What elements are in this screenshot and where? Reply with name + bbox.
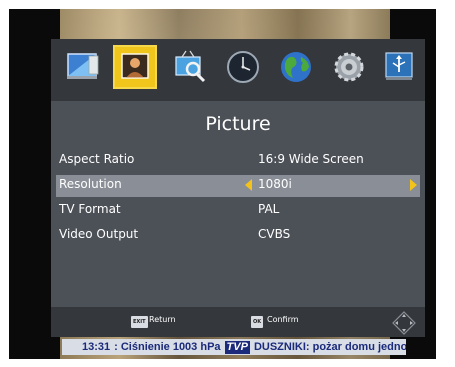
setting-value: 16:9 Wide Screen [258,152,364,166]
setting-row-video-output[interactable]: Video Output CVBS [56,225,420,247]
tab-language[interactable] [274,45,318,89]
tab-picture[interactable] [113,45,157,89]
news-ticker: 13:31: Ciśnienie 1003 hPa TVP DUSZNIKI: po… [62,339,406,355]
confirm-label: Confirm [267,315,299,324]
system-settings-icon [334,52,364,82]
setting-label: Aspect Ratio [59,152,135,166]
arrow-left-icon[interactable] [245,179,252,191]
setting-value: 1080i [258,177,292,191]
setting-label: Video Output [59,227,139,241]
installation-icon [67,53,99,79]
ticker-text: : Ciśnienie 1003 hPa [114,341,221,353]
setting-value: PAL [258,202,280,216]
setting-row-tv-format[interactable]: TV Format PAL [56,200,420,222]
tab-installation[interactable] [61,45,105,89]
tab-usb[interactable] [377,45,421,89]
menu-icon-bar [51,39,425,101]
setting-value: CVBS [258,227,291,241]
language-icon [281,52,311,82]
time-icon [227,51,259,83]
picture-icon [121,53,149,79]
arrow-right-icon[interactable] [410,179,417,191]
usb-icon [385,52,413,80]
tab-time[interactable] [221,45,265,89]
channel-logo: TVP [224,341,250,354]
return-label: Return [149,315,176,324]
setting-label: TV Format [59,202,121,216]
tab-system-settings[interactable] [327,45,371,89]
exit-key-icon[interactable]: EXIT [131,316,148,328]
channel-search-icon [175,50,206,83]
setting-row-aspect-ratio[interactable]: Aspect Ratio 16:9 Wide Screen [56,150,420,172]
tab-channel-search[interactable] [168,45,212,89]
setting-row-resolution[interactable]: Resolution 1080i [56,175,420,197]
ticker-time: 13:31 [82,341,111,353]
tv-screen: Picture Aspect Ratio 16:9 Wide Screen Re… [9,9,436,359]
navigation-dpad-icon [392,311,416,335]
menu-footer: EXIT Return OK Confirm [51,307,425,337]
setting-label: Resolution [59,177,122,191]
ticker-text: DUSZNIKI: pożar domu jednoro [253,341,406,353]
ok-key-icon[interactable]: OK [251,316,264,328]
settings-menu: Picture Aspect Ratio 16:9 Wide Screen Re… [51,39,425,337]
page-title: Picture [205,113,271,135]
